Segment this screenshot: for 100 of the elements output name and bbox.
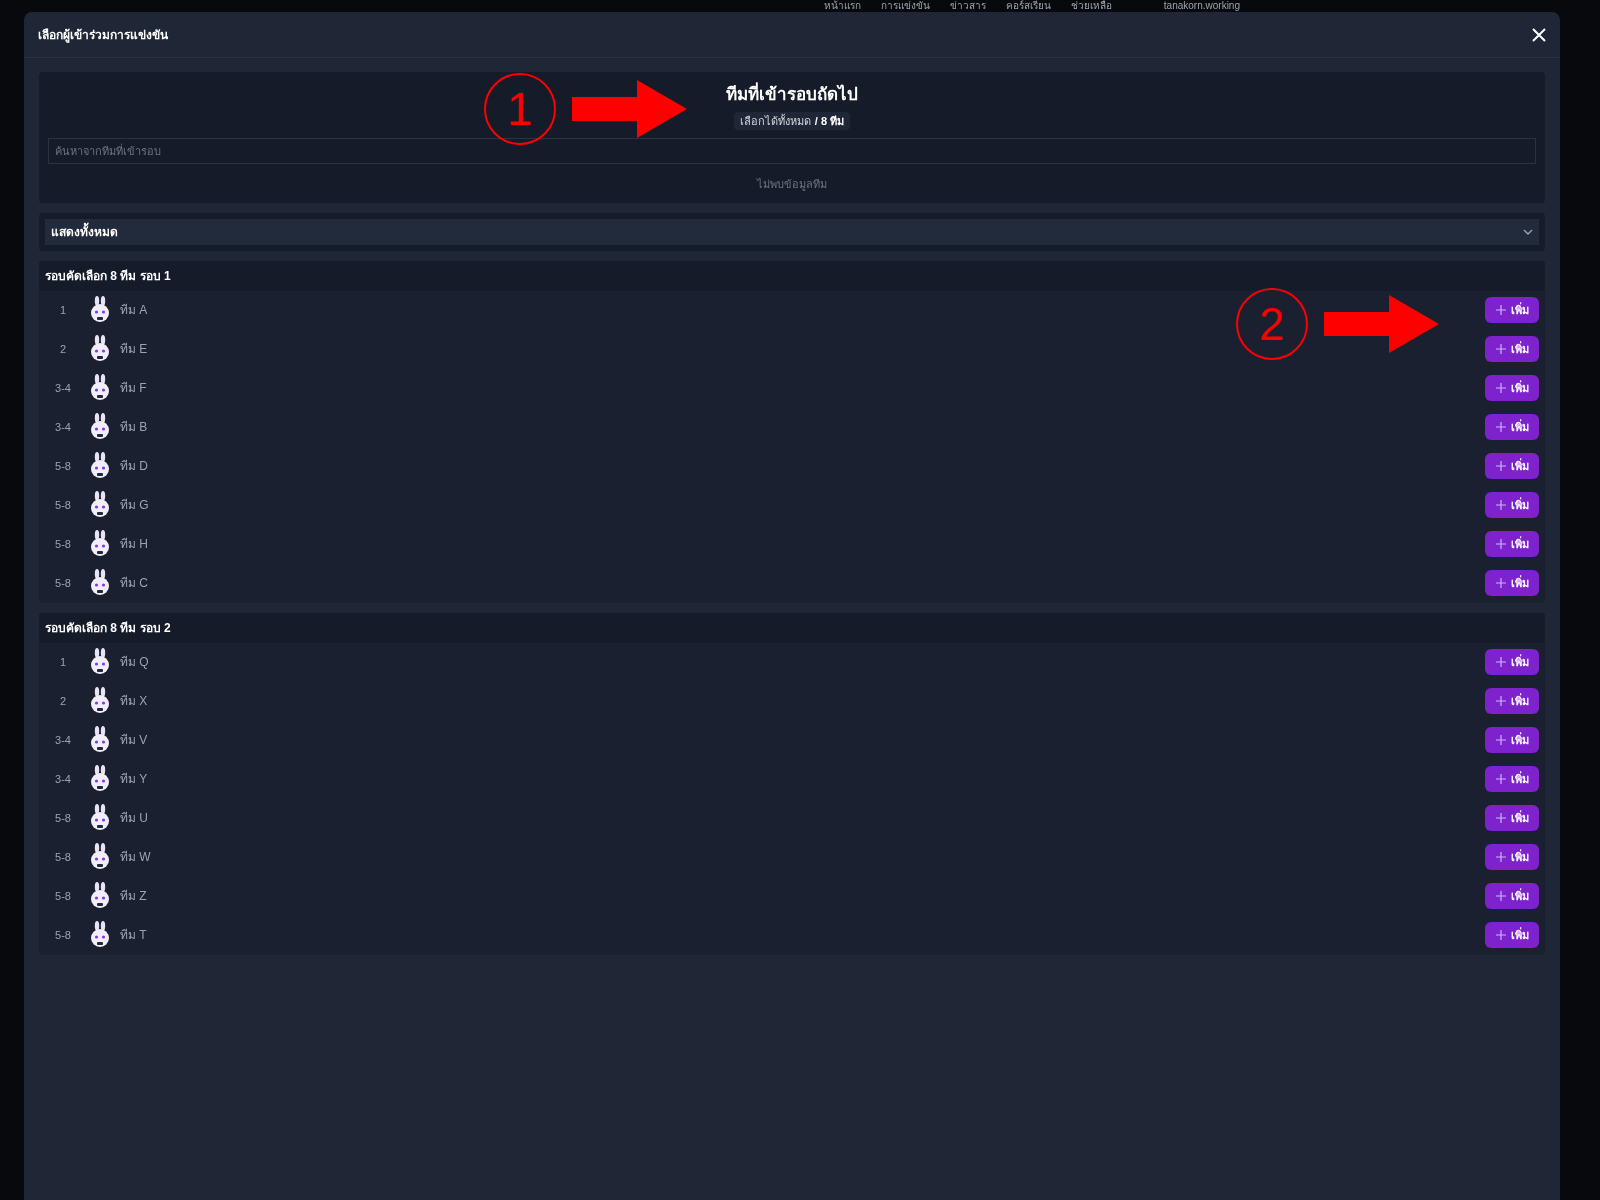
rabbit-avatar-icon	[89, 413, 111, 441]
rabbit-avatar-icon	[89, 374, 111, 402]
add-button[interactable]: เพิ่ม	[1485, 375, 1539, 401]
nav-link[interactable]: ช่วยเหลือ	[1070, 0, 1112, 12]
team-name: ทีม T	[120, 927, 147, 944]
annotation-arrow-icon	[572, 80, 687, 138]
rabbit-avatar-icon	[89, 530, 111, 558]
plus-icon	[1495, 539, 1506, 549]
plus-icon	[1495, 500, 1506, 510]
close-icon	[1532, 27, 1546, 42]
rabbit-avatar-icon	[89, 921, 111, 949]
add-button[interactable]: เพิ่ม	[1485, 883, 1539, 909]
nav-link[interactable]: หน้าแรก	[823, 0, 861, 12]
rank-text: 1	[58, 654, 68, 670]
team-name: ทีม V	[120, 732, 148, 749]
add-button[interactable]: เพิ่ม	[1485, 805, 1539, 831]
rabbit-avatar-icon	[89, 843, 111, 871]
rank-text: 5-8	[54, 458, 72, 474]
plus-icon	[1495, 461, 1506, 471]
rank-text: 3-4	[54, 732, 72, 748]
add-button[interactable]: เพิ่ม	[1485, 297, 1539, 323]
rabbit-avatar-icon	[89, 765, 111, 793]
rank-text: 5-8	[54, 575, 72, 591]
username: tanakorn.working	[1163, 0, 1240, 12]
rank-text: 3-4	[54, 380, 72, 396]
add-button[interactable]: เพิ่ม	[1485, 844, 1539, 870]
rabbit-avatar-icon	[89, 296, 111, 324]
add-button[interactable]: เพิ่ม	[1485, 766, 1539, 792]
add-button[interactable]: เพิ่ม	[1485, 649, 1539, 675]
team-name: ทีม G	[120, 497, 149, 514]
add-button[interactable]: เพิ่ม	[1485, 453, 1539, 479]
rank-text: 2	[58, 693, 68, 709]
annotation-number: 1	[484, 73, 556, 145]
rank-text: 5-8	[54, 536, 72, 552]
group-title: รอบคัดเลือก 8 ทีม รอบ 1	[39, 260, 1545, 291]
rabbit-avatar-icon	[89, 335, 111, 363]
plus-icon	[1495, 930, 1506, 940]
rabbit-avatar-icon	[89, 491, 111, 519]
add-button[interactable]: เพิ่ม	[1485, 531, 1539, 557]
add-button[interactable]: เพิ่ม	[1485, 922, 1539, 948]
rank-text: 5-8	[54, 810, 72, 826]
nav-link[interactable]: ข่าวสาร	[949, 0, 986, 12]
rank-text: 5-8	[54, 849, 72, 865]
close-button[interactable]	[1532, 27, 1546, 42]
add-button[interactable]: เพิ่ม	[1485, 570, 1539, 596]
rabbit-avatar-icon	[89, 804, 111, 832]
group-title: รอบคัดเลือก 8 ทีม รอบ 2	[39, 612, 1545, 643]
team-name: ทีม A	[120, 302, 148, 319]
rabbit-avatar-icon	[89, 882, 111, 910]
rank-text: 3-4	[54, 419, 72, 435]
add-button[interactable]: เพิ่ม	[1485, 336, 1539, 362]
plus-icon	[1495, 422, 1506, 432]
plus-icon	[1495, 696, 1506, 706]
team-name: ทีม B	[120, 419, 148, 436]
team-name: ทีม W	[120, 849, 151, 866]
rabbit-avatar-icon	[89, 687, 111, 715]
team-name: ทีม C	[120, 575, 148, 592]
plus-icon	[1495, 657, 1506, 667]
team-name: ทีม U	[120, 810, 148, 827]
rank-text: 5-8	[54, 888, 72, 904]
plus-icon	[1495, 305, 1506, 315]
plus-icon	[1495, 344, 1506, 354]
plus-icon	[1495, 891, 1506, 901]
rank-text: 5-8	[54, 927, 72, 943]
search-field[interactable]: ค้นหาจากทีมที่เข้ารอบ	[48, 138, 1536, 164]
rabbit-avatar-icon	[89, 452, 111, 480]
empty-message: ไม่พบข้อมูลทีม	[757, 177, 827, 193]
add-button[interactable]: เพิ่ม	[1485, 688, 1539, 714]
add-button[interactable]: เพิ่ม	[1485, 414, 1539, 440]
team-name: ทีม F	[120, 380, 147, 397]
team-name: ทีม Z	[120, 888, 147, 905]
rank-text: 2	[58, 341, 68, 357]
team-name: ทีม D	[120, 458, 148, 475]
team-name: ทีม Q	[120, 654, 149, 671]
quota-badge: เลือกได้ทั้งหมด / 8 ทีม	[733, 111, 851, 130]
filter-dropdown[interactable]: แสดงทั้งหมด	[45, 218, 1539, 245]
add-button[interactable]: เพิ่ม	[1485, 727, 1539, 753]
annotation-arrow-icon	[1324, 295, 1439, 353]
rank-text: 1	[58, 302, 68, 318]
plus-icon	[1495, 774, 1506, 784]
rank-text: 3-4	[54, 771, 72, 787]
chevron-down-icon	[1523, 228, 1533, 235]
rabbit-avatar-icon	[89, 569, 111, 597]
nav-link[interactable]: คอร์สเรียน	[1005, 0, 1051, 12]
rank-text: 5-8	[54, 497, 72, 513]
plus-icon	[1495, 383, 1506, 393]
team-name: ทีม X	[120, 693, 148, 710]
add-button[interactable]: เพิ่ม	[1485, 492, 1539, 518]
rabbit-avatar-icon	[89, 648, 111, 676]
plus-icon	[1495, 578, 1506, 588]
plus-icon	[1495, 852, 1506, 862]
team-name: ทีม E	[120, 341, 148, 358]
nav-link[interactable]: การแข่งขัน	[880, 0, 930, 12]
rabbit-avatar-icon	[89, 726, 111, 754]
section-title: ทีมที่เข้ารอบถัดไป	[726, 82, 858, 108]
plus-icon	[1495, 735, 1506, 745]
team-name: ทีม H	[120, 536, 148, 553]
team-name: ทีม Y	[120, 771, 148, 788]
plus-icon	[1495, 813, 1506, 823]
dialog-title: เลือกผู้เข้าร่วมการแข่งขัน	[38, 26, 168, 44]
